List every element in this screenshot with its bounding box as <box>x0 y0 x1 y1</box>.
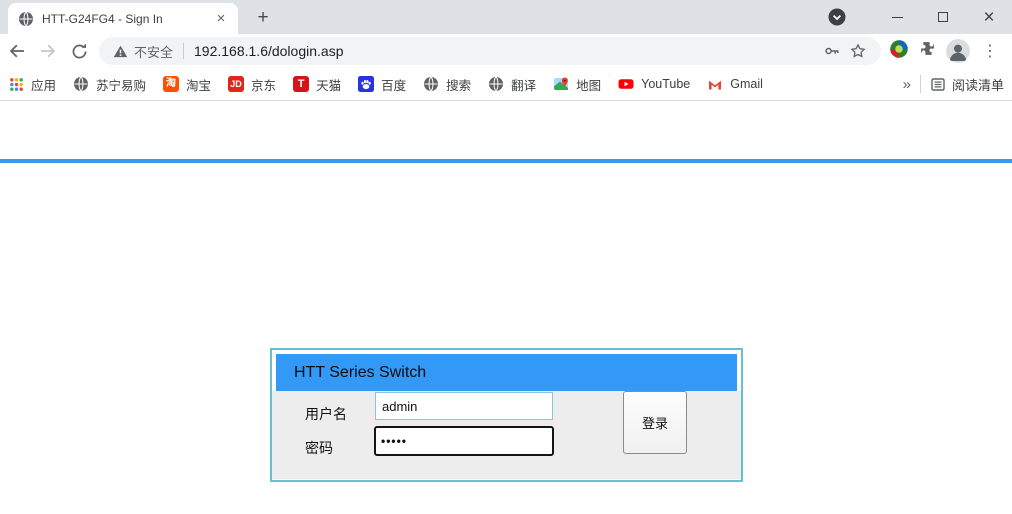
url-text[interactable]: 192.168.1.6/dologin.asp <box>194 43 819 59</box>
baidu-paw-icon <box>358 76 374 92</box>
bookmarks-bar: 应用 苏宁易购 淘 淘宝 JD 京东 T 天猫 百度 搜索 翻译 地图 YouT… <box>0 68 1012 101</box>
bookmark-item[interactable]: T 天猫 <box>293 75 341 94</box>
browser-menu-icon[interactable]: ⋮ <box>980 41 1008 61</box>
bookmark-item[interactable]: 百度 <box>358 75 406 94</box>
omnibox-divider <box>183 43 184 59</box>
globe-icon <box>423 76 439 92</box>
bookmark-items: 应用 苏宁易购 淘 淘宝 JD 京东 T 天猫 百度 搜索 翻译 地图 YouT… <box>8 75 903 94</box>
tmall-badge-icon: T <box>293 76 309 92</box>
address-bar[interactable]: 不安全 192.168.1.6/dologin.asp <box>99 37 881 65</box>
close-window-button[interactable]: × <box>966 2 1012 32</box>
not-secure-warning-icon <box>113 44 128 59</box>
bookmark-item[interactable]: YouTube <box>618 76 690 92</box>
tab-title: HTT-G24FG4 - Sign In <box>42 12 212 26</box>
maps-pin-icon <box>553 76 569 92</box>
reading-list-icon <box>930 76 946 92</box>
reading-list-button[interactable]: 阅读清单 <box>930 75 1004 94</box>
page-content: HTT Series Switch 用户名 密码 登录 <box>0 102 1012 514</box>
login-form: 用户名 密码 登录 <box>272 391 741 479</box>
globe-icon <box>73 76 89 92</box>
profile-avatar[interactable] <box>946 39 970 63</box>
reload-button[interactable] <box>65 37 93 65</box>
close-icon: × <box>983 8 994 27</box>
security-label: 不安全 <box>134 42 173 61</box>
jd-badge-icon: JD <box>228 76 244 92</box>
taobao-badge-icon: 淘 <box>163 76 179 92</box>
minimize-icon <box>892 17 903 18</box>
bookmarks-overflow-chevron[interactable]: » <box>903 76 911 93</box>
apps-grid-icon <box>8 76 24 92</box>
forward-button[interactable] <box>34 37 62 65</box>
back-button[interactable] <box>3 37 31 65</box>
download-indicator-icon[interactable] <box>828 8 846 26</box>
bookmark-item[interactable]: JD 京东 <box>228 75 276 94</box>
gmail-m-icon <box>707 76 723 92</box>
youtube-play-icon <box>618 76 634 92</box>
title-bar: HTT-G24FG4 - Sign In × + × <box>0 0 1012 34</box>
password-label: 密码 <box>305 438 333 458</box>
bookmarks-divider <box>920 75 921 93</box>
bookmark-item[interactable]: 苏宁易购 <box>73 75 146 94</box>
bookmark-item[interactable]: 翻译 <box>488 75 536 94</box>
page-top-divider <box>0 159 1012 163</box>
login-button[interactable]: 登录 <box>623 391 687 454</box>
login-panel-header: HTT Series Switch <box>276 354 737 391</box>
new-tab-button[interactable]: + <box>252 7 274 29</box>
tab-close-icon[interactable]: × <box>212 10 230 28</box>
username-input[interactable] <box>375 392 553 420</box>
login-panel: HTT Series Switch 用户名 密码 登录 <box>270 348 743 482</box>
browser-window: HTT-G24FG4 - Sign In × + × 不安全 <box>0 0 1012 514</box>
bookmark-item[interactable]: 搜索 <box>423 75 471 94</box>
minimize-button[interactable] <box>874 2 920 32</box>
forward-icon <box>38 41 58 61</box>
globe-favicon-icon <box>18 11 34 27</box>
maximize-icon <box>938 12 948 22</box>
password-key-icon[interactable] <box>819 38 845 64</box>
bookmark-item[interactable]: 地图 <box>553 75 601 94</box>
bookmark-item[interactable]: Gmail <box>707 76 763 92</box>
bookmark-item[interactable]: 应用 <box>8 75 56 94</box>
browser-tab[interactable]: HTT-G24FG4 - Sign In × <box>8 3 238 34</box>
back-icon <box>7 41 27 61</box>
password-input[interactable] <box>374 426 554 456</box>
username-label: 用户名 <box>305 404 347 424</box>
browser-toolbar: 不安全 192.168.1.6/dologin.asp ⋮ <box>0 34 1012 68</box>
panel-title: HTT Series Switch <box>294 364 426 382</box>
maximize-button[interactable] <box>920 2 966 32</box>
security-chip[interactable]: 不安全 <box>113 42 173 61</box>
idm-extension-icon[interactable] <box>889 39 909 64</box>
extensions-puzzle-icon[interactable] <box>919 40 936 62</box>
bookmark-star-icon[interactable] <box>845 38 871 64</box>
reading-list-label: 阅读清单 <box>952 75 1004 94</box>
bookmark-item[interactable]: 淘 淘宝 <box>163 75 211 94</box>
globe-icon <box>488 76 504 92</box>
reload-icon <box>70 42 89 61</box>
